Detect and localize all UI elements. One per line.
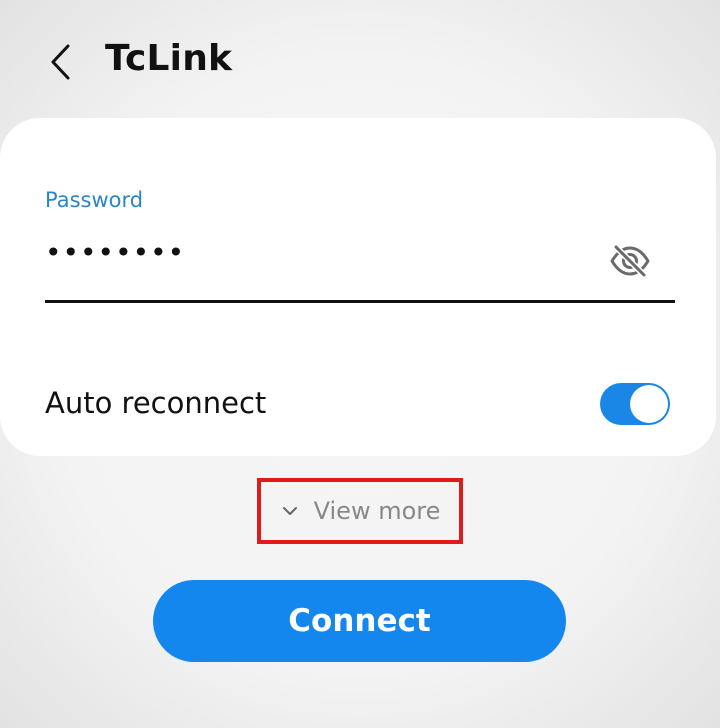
password-label: Password	[45, 188, 144, 212]
header: TcLink	[0, 0, 720, 120]
chevron-down-icon	[280, 501, 300, 521]
wifi-network-screen: TcLink Password •••••••• Auto reconnect …	[0, 0, 720, 728]
connect-label: Connect	[288, 603, 431, 639]
view-more-button[interactable]: View more	[257, 478, 463, 544]
auto-reconnect-label: Auto reconnect	[45, 386, 267, 420]
eye-off-icon	[610, 244, 650, 278]
chevron-left-icon	[51, 44, 70, 80]
toggle-password-visibility-button[interactable]	[606, 240, 654, 282]
connect-button[interactable]: Connect	[153, 580, 566, 662]
view-more-label: View more	[313, 497, 441, 525]
auto-reconnect-toggle[interactable]	[600, 383, 670, 425]
toggle-knob	[630, 385, 668, 423]
page-title: TcLink	[105, 38, 233, 79]
password-underline	[45, 300, 675, 303]
back-button[interactable]	[40, 40, 80, 84]
